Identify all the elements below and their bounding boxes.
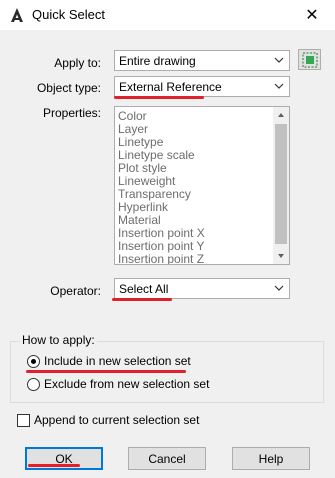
chevron-down-icon [278, 254, 284, 258]
exclude-radio[interactable] [27, 378, 40, 391]
annotation-underline [26, 370, 186, 373]
apply-to-dropdown[interactable]: Entire drawing [114, 50, 290, 71]
close-icon: ✕ [305, 7, 319, 24]
include-radio[interactable] [27, 355, 40, 368]
apply-to-value: Entire drawing [119, 54, 196, 68]
properties-scrollbar[interactable] [273, 107, 289, 264]
annotation-underline [28, 464, 80, 467]
help-button-label: Help [258, 451, 284, 466]
annotation-underline [114, 96, 204, 99]
cancel-button-label: Cancel [148, 451, 186, 466]
select-objects-button[interactable] [298, 49, 321, 70]
list-item[interactable]: Color [118, 109, 147, 123]
autocad-logo-icon [11, 8, 23, 22]
chevron-down-icon [274, 57, 284, 63]
list-item[interactable]: Plot style [118, 161, 167, 175]
chevron-down-icon [274, 83, 284, 89]
how-to-apply-label: How to apply: [20, 333, 97, 347]
object-type-value: External Reference [119, 80, 222, 94]
scroll-up-button[interactable] [273, 107, 289, 123]
list-item[interactable]: Layer [118, 122, 148, 136]
scroll-thumb[interactable] [275, 124, 287, 244]
quick-select-dialog: Quick Select ✕ Apply to: Entire drawing … [0, 0, 335, 478]
list-item[interactable]: Linetype scale [118, 148, 195, 162]
list-item[interactable]: Insertion point Y [118, 239, 205, 253]
title-bar: Quick Select ✕ [0, 0, 335, 30]
append-label[interactable]: Append to current selection set [34, 413, 199, 427]
apply-to-label: Apply to: [54, 56, 101, 70]
list-item[interactable]: Insertion point X [118, 226, 205, 240]
list-item[interactable]: Hyperlink [118, 200, 168, 214]
annotation-underline [112, 298, 172, 301]
radio-selected-dot [31, 359, 36, 364]
list-item[interactable]: Insertion point Z [118, 252, 204, 264]
append-checkbox[interactable] [17, 414, 30, 427]
properties-listbox[interactable]: Color Layer Linetype Linetype scale Plot… [114, 106, 290, 265]
operator-value: Select All [119, 282, 169, 296]
operator-dropdown[interactable]: Select All [114, 278, 290, 299]
properties-label: Properties: [42, 106, 101, 120]
list-item[interactable]: Transparency [118, 187, 191, 201]
list-item[interactable]: Lineweight [118, 174, 175, 188]
chevron-up-icon [278, 113, 284, 117]
exclude-label[interactable]: Exclude from new selection set [44, 377, 209, 391]
close-button[interactable]: ✕ [289, 0, 335, 30]
scroll-down-button[interactable] [273, 248, 289, 264]
operator-label: Operator: [50, 284, 101, 298]
object-type-label: Object type: [36, 81, 101, 95]
list-item[interactable]: Linetype [118, 135, 163, 149]
select-objects-icon [302, 52, 317, 67]
chevron-down-icon [274, 285, 284, 291]
cancel-button[interactable]: Cancel [128, 447, 206, 470]
list-item[interactable]: Material [118, 213, 161, 227]
window-title: Quick Select [32, 7, 105, 22]
include-label[interactable]: Include in new selection set [44, 354, 191, 368]
object-type-dropdown[interactable]: External Reference [114, 76, 290, 97]
help-button[interactable]: Help [232, 447, 310, 470]
